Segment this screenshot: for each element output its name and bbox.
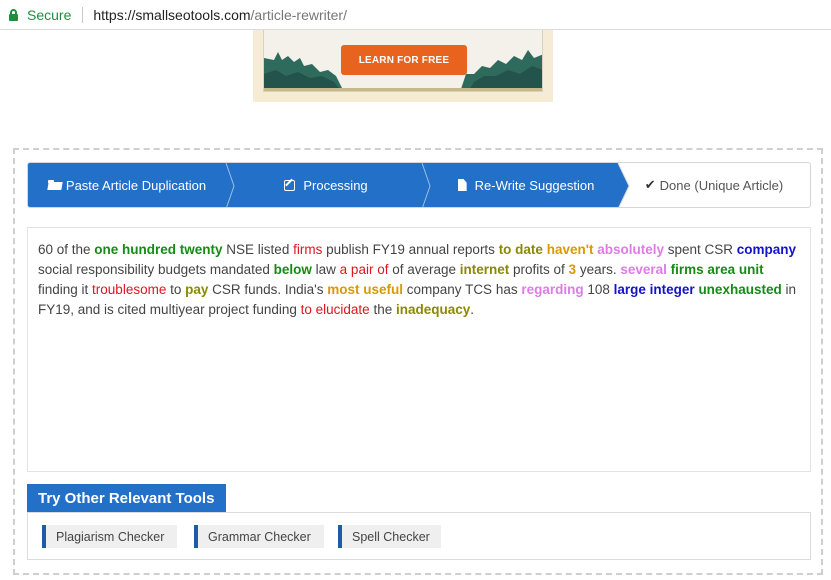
replaced-word[interactable]: 3 bbox=[569, 262, 577, 277]
article-text-segment: of average bbox=[388, 262, 460, 277]
replaced-word[interactable]: below bbox=[274, 262, 312, 277]
grammar-checker-link[interactable]: Grammar Checker bbox=[194, 525, 324, 548]
check-icon: ✔ bbox=[644, 177, 656, 192]
replaced-word[interactable]: several bbox=[620, 262, 667, 277]
ad-banner[interactable]: LEARN FOR FREE bbox=[253, 30, 553, 102]
url-host[interactable]: https://smallseotools.com bbox=[93, 7, 250, 23]
step-label: Done (Unique Article) bbox=[659, 177, 784, 193]
spell-checker-link[interactable]: Spell Checker bbox=[338, 525, 441, 548]
lock-icon bbox=[9, 8, 18, 21]
replaced-word[interactable]: one hundred twenty bbox=[94, 242, 222, 257]
step-processing: Processing bbox=[226, 163, 426, 207]
article-text-segment: social responsibility budgets mandated bbox=[38, 262, 274, 277]
progress-steps: Paste Article Duplication Processing Re-… bbox=[27, 162, 811, 208]
step-label: Processing bbox=[303, 177, 368, 193]
step-label: Re-Write Suggestion bbox=[474, 177, 595, 193]
replaced-word[interactable]: inadequacy bbox=[396, 302, 470, 317]
article-text-segment: law bbox=[311, 262, 340, 277]
ad-image: LEARN FOR FREE bbox=[263, 30, 543, 92]
replaced-word[interactable]: company bbox=[737, 242, 796, 257]
article-text-segment: profits of bbox=[509, 262, 569, 277]
relevant-tools-list: Plagiarism Checker Grammar Checker Spell… bbox=[27, 512, 811, 560]
article-text-segment: years. bbox=[576, 262, 621, 277]
article-text-segment: spent CSR bbox=[664, 242, 737, 257]
address-bar[interactable]: Secure https://smallseotools.com/article… bbox=[0, 0, 831, 30]
replaced-word[interactable]: to date bbox=[499, 242, 543, 257]
learn-for-free-button[interactable]: LEARN FOR FREE bbox=[341, 45, 467, 75]
replaced-word[interactable]: to elucidate bbox=[301, 302, 370, 317]
replaced-word[interactable]: absolutely bbox=[597, 242, 664, 257]
article-text-segment: CSR funds. India's bbox=[208, 282, 328, 297]
replaced-word[interactable]: a pair of bbox=[340, 262, 389, 277]
article-text-segment: . bbox=[470, 302, 475, 317]
edit-icon bbox=[284, 179, 296, 191]
rewriter-container: Paste Article Duplication Processing Re-… bbox=[13, 148, 823, 575]
article-text-segment: to bbox=[166, 282, 186, 297]
folder-open-icon bbox=[47, 180, 62, 190]
replaced-word[interactable]: most useful bbox=[327, 282, 403, 297]
article-text-segment: finding it bbox=[38, 282, 93, 297]
step-rewrite-suggestion: Re-Write Suggestion bbox=[426, 163, 626, 207]
replaced-word[interactable]: large integer bbox=[614, 282, 695, 297]
replaced-word[interactable]: firms area unit bbox=[671, 262, 764, 277]
replaced-word[interactable]: unexhausted bbox=[698, 282, 781, 297]
article-text-segment: NSE listed bbox=[222, 242, 294, 257]
replaced-word[interactable]: troublesome bbox=[92, 282, 166, 297]
relevant-tools-heading: Try Other Relevant Tools bbox=[27, 484, 227, 513]
secure-label: Secure bbox=[27, 6, 72, 23]
replaced-word[interactable]: haven't bbox=[547, 242, 594, 257]
rewritten-article-text[interactable]: 60 of the one hundred twenty NSE listed … bbox=[27, 227, 811, 472]
address-divider bbox=[82, 6, 84, 23]
article-text-segment: company TCS has bbox=[403, 282, 522, 297]
step-paste-article: Paste Article Duplication bbox=[28, 163, 226, 207]
plagiarism-checker-link[interactable]: Plagiarism Checker bbox=[42, 525, 177, 548]
article-text-segment: 108 bbox=[583, 282, 614, 297]
file-icon bbox=[457, 179, 467, 191]
url-path[interactable]: /article-rewriter/ bbox=[251, 7, 347, 23]
article-text-segment: the bbox=[369, 302, 396, 317]
replaced-word[interactable]: internet bbox=[460, 262, 510, 277]
article-text-segment: 60 of the bbox=[38, 242, 95, 257]
article-text-segment: publish FY19 annual reports bbox=[322, 242, 499, 257]
replaced-word[interactable]: regarding bbox=[521, 282, 583, 297]
replaced-word[interactable]: pay bbox=[185, 282, 208, 297]
step-done: ✔ Done (Unique Article) bbox=[616, 163, 810, 207]
replaced-word[interactable]: firms bbox=[293, 242, 322, 257]
step-label: Paste Article Duplication bbox=[65, 177, 207, 193]
